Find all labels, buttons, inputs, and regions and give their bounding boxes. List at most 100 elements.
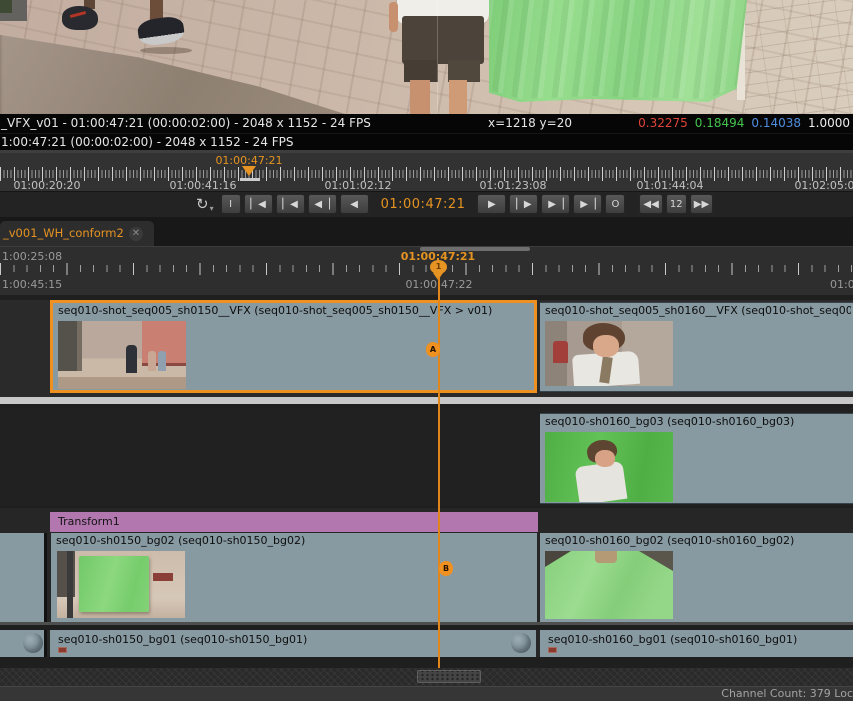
viewer-info-bar: _VFX_v01 - 01:00:47:21 (00:00:02:00) - 2… — [0, 114, 853, 133]
pavement-right — [745, 0, 853, 114]
thumb-art — [58, 321, 82, 371]
clip-label: seq010-shot_seq005_sh0150__VFX (seq010-s… — [58, 304, 532, 317]
sample-alpha-value: 1.0000 — [808, 116, 850, 130]
thumb-art — [58, 377, 186, 389]
timeline-clip[interactable] — [0, 630, 47, 657]
frame-step-field[interactable]: 12 — [666, 194, 687, 214]
ruler-top-tick-label: 01:01:02:12 — [310, 179, 406, 192]
tab-close-icon[interactable]: ✕ — [129, 227, 143, 241]
clip-thumbnail — [545, 432, 673, 502]
sample-red-value: 0.32275 — [638, 116, 688, 130]
goto-start-button[interactable]: ▏◀ — [244, 194, 273, 214]
clip-thumbnail — [545, 551, 673, 619]
record-info-bar: 1:00:47:21 (00:00:02:00) - 2048 x 1152 -… — [0, 133, 853, 151]
render-status-icon — [23, 633, 43, 653]
loop-mode-button[interactable]: ↻▾ — [196, 195, 214, 213]
playhead-line[interactable] — [438, 277, 440, 668]
timeline-ruler-mid[interactable]: 1:00:25:08 01:00:47:21 1 1:00:45:15 01:0… — [0, 246, 853, 295]
play-button[interactable]: ▶ — [477, 194, 506, 214]
timeline-clip[interactable] — [0, 533, 47, 622]
plant-shape — [0, 0, 12, 13]
clip-thumbnail — [58, 321, 186, 389]
goto-end-button[interactable]: ▶▕ — [573, 194, 602, 214]
timeline-clip[interactable]: seq010-sh0150_bg01 (seq010-sh0150_bg01) — [50, 630, 536, 657]
thumb-art — [593, 335, 619, 357]
mark-out-button[interactable]: O — [605, 194, 625, 214]
status-bar: Channel Count: 379 Loc — [0, 686, 853, 701]
record-info-text: 1:00:47:21 (00:00:02:00) - 2048 x 1152 -… — [1, 134, 294, 151]
ruler-top-ticks[interactable] — [0, 167, 853, 181]
clip-label: seq010-sh0160_bg02 (seq010-sh0160_bg02) — [545, 534, 851, 547]
flame-timeline-window: _VFX_v01 - 01:00:47:21 (00:00:02:00) - 2… — [0, 0, 853, 701]
wipe-seam-line — [437, 0, 438, 114]
timecode-display[interactable]: 01:00:47:21 — [372, 197, 475, 212]
clip-marker-icon — [548, 647, 557, 653]
timeline-scrollbar-handle[interactable] — [417, 670, 481, 683]
clip-label: seq010-shot_seq005_sh0160__VFX (seq010-s… — [545, 304, 851, 317]
viewer-canvas[interactable] — [0, 0, 853, 114]
wipe-badge-a: A — [426, 342, 440, 357]
thumb-art — [126, 345, 137, 373]
render-status-icon — [511, 633, 531, 653]
clip-info-text: _VFX_v01 - 01:00:47:21 (00:00:02:00) - 2… — [1, 114, 371, 133]
effect-bar-transform1[interactable]: Transform1 — [50, 512, 538, 532]
jog-forward-button[interactable]: ▶▶ — [690, 194, 713, 214]
thumb-art — [575, 461, 628, 502]
actor-arm — [389, 2, 398, 32]
ruler-mid-start-label: 1:00:25:08 — [2, 250, 62, 263]
thumb-art — [79, 556, 149, 612]
thumb-art — [639, 551, 673, 571]
actor-shorts-leg — [404, 60, 438, 82]
sequence-tab-bar: _v001_WH_conform2 ✕ — [0, 217, 853, 246]
play-from-button[interactable]: ▏▶ — [509, 194, 538, 214]
timeline-clip[interactable]: seq010-sh0150_bg02 (seq010-sh0150_bg02) — [51, 533, 537, 622]
ruler-top-tick-label: 01:00:41:16 — [155, 179, 251, 192]
track-separator — [0, 622, 853, 625]
thumb-art — [158, 351, 166, 371]
actor-leg — [449, 80, 467, 114]
ruler-top-tick-label: 01:01:23:08 — [465, 179, 561, 192]
loop-icon: ↻ — [196, 195, 209, 213]
clip-label: seq010-sh0160_bg03 (seq010-sh0160_bg03) — [545, 415, 851, 428]
ruler-top-tick-label: 01:00:20:20 — [0, 179, 95, 192]
timeline-ruler-top[interactable]: 01:00:47:21 01:00:20:20 01:00:41:16 01:0… — [0, 150, 853, 192]
timeline-clip[interactable]: seq010-shot_seq005_sh0160__VFX (seq010-s… — [540, 302, 853, 392]
timeline-clip[interactable]: seq010-sh0160_bg03 (seq010-sh0160_bg03) — [540, 413, 853, 504]
greenscreen-folds — [489, 0, 747, 100]
clip-label: seq010-sh0150_bg02 (seq010-sh0150_bg02) — [56, 534, 535, 547]
timeline-scrollbar-track[interactable] — [0, 668, 853, 686]
track-separator-highlight — [0, 397, 853, 404]
thumb-art — [595, 551, 617, 563]
step-forward-button[interactable]: ▶▕ — [541, 194, 570, 214]
cursor-position-text: x=1218 y=20 — [455, 114, 605, 133]
thumb-art — [595, 450, 615, 467]
ruler-top-playhead-marker-icon[interactable] — [242, 166, 256, 176]
jog-back-button[interactable]: ◀◀ — [639, 194, 662, 214]
thumb-art — [553, 341, 568, 363]
sequence-tab[interactable]: _v001_WH_conform2 ✕ — [0, 221, 154, 246]
timeline-clip[interactable]: seq010-shot_seq005_sh0150__VFX (seq010-s… — [50, 300, 537, 393]
clip-thumbnail — [545, 321, 673, 386]
ruler-top-tick-label: 01:02:05:00 — [780, 179, 853, 192]
ruler-top-tick-label: 01:01:44:04 — [622, 179, 718, 192]
sample-blue-value: 0.14038 — [751, 116, 801, 130]
thumb-art — [153, 573, 173, 581]
playhead-pin[interactable]: 1 — [430, 260, 447, 274]
step-back-button[interactable]: ◀▕ — [308, 194, 337, 214]
timeline-clip[interactable]: seq010-sh0160_bg01 (seq010-sh0160_bg01) — [540, 630, 853, 657]
transport-bar: ↻▾ I ▏◀ ▏◀ ◀▕ ◀ 01:00:47:21 ▶ ▏▶ ▶▕ ▶▕ O… — [0, 192, 853, 217]
sequence-tab-label: _v001_WH_conform2 — [3, 226, 124, 240]
shoe-shadow — [140, 47, 192, 54]
timeline-clip[interactable]: seq010-sh0160_bg02 (seq010-sh0160_bg02) — [540, 533, 853, 622]
actor-shorts — [402, 16, 484, 64]
play-reverse-button[interactable]: ◀ — [340, 194, 369, 214]
previous-cut-button[interactable]: ▏◀ — [276, 194, 305, 214]
clip-label: seq010-sh0150_bg01 (seq010-sh0150_bg01) — [58, 633, 534, 646]
clip-thumbnail — [57, 551, 185, 618]
thumb-art — [148, 351, 156, 371]
actor-leg — [410, 80, 430, 114]
ruler-mid-ticks[interactable] — [0, 263, 853, 275]
clip-label: seq010-sh0160_bg01 (seq010-sh0160_bg01) — [548, 633, 851, 646]
wipe-badge-b: B — [439, 561, 453, 576]
mark-in-button[interactable]: I — [221, 194, 241, 214]
